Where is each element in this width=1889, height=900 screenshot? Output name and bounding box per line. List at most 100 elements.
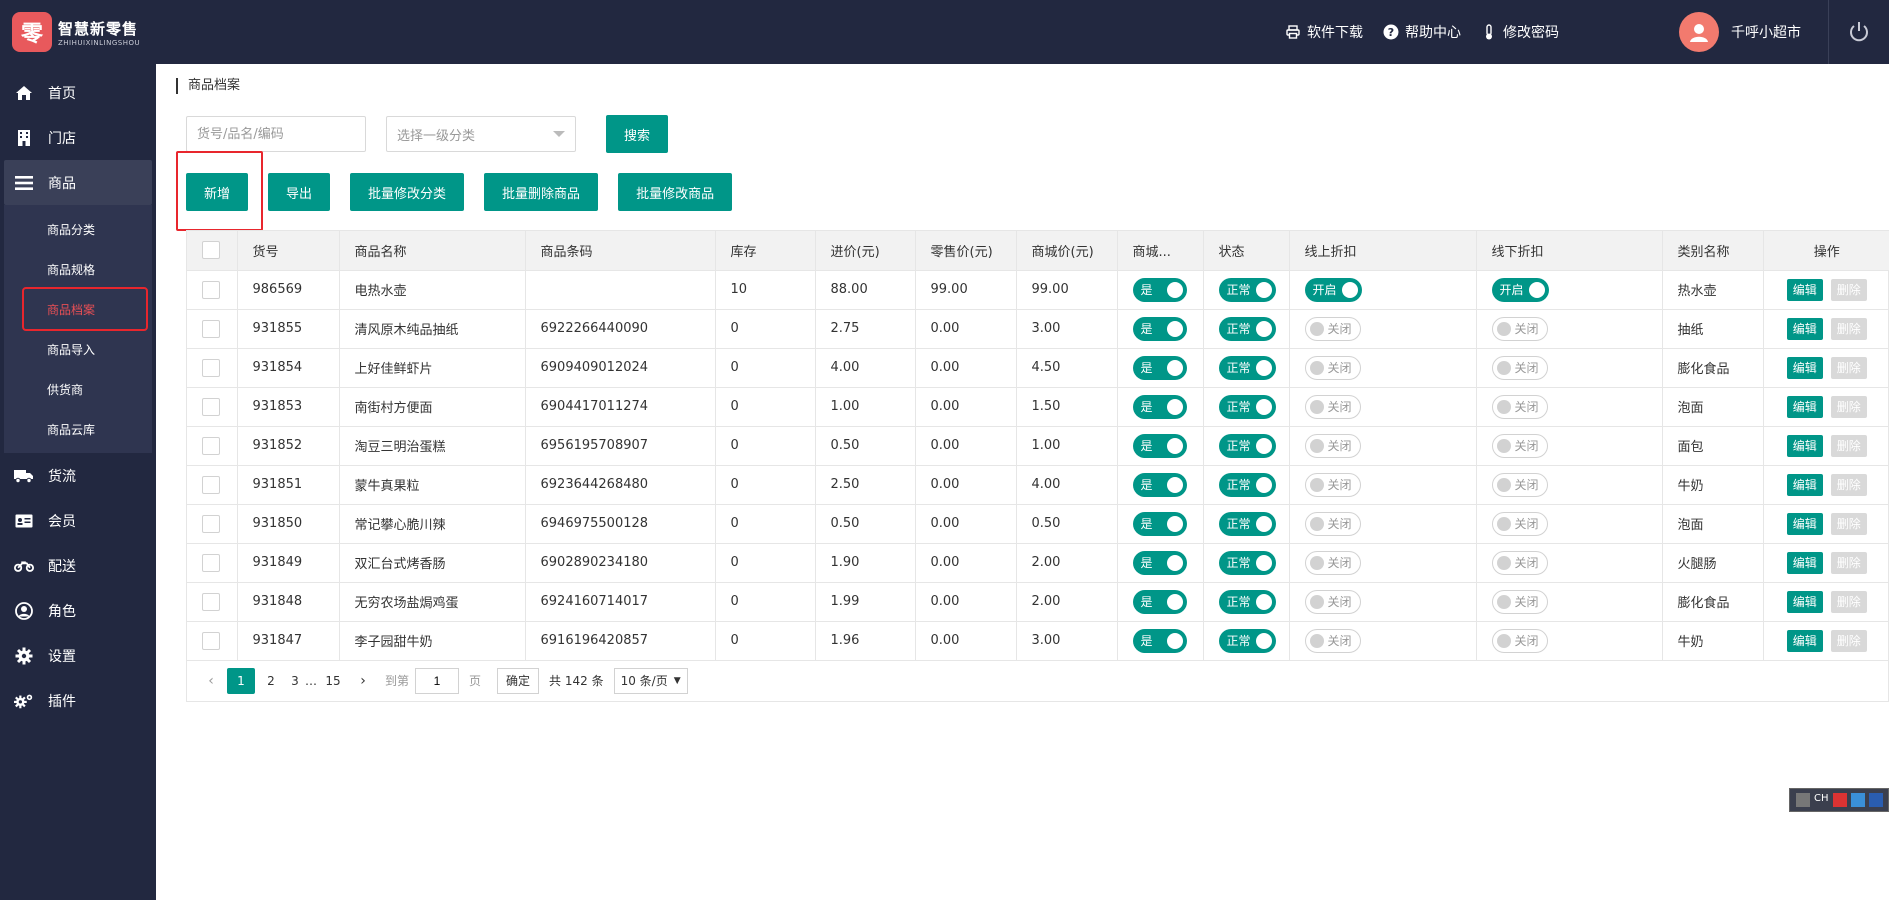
offline-discount-toggle[interactable]: 关闭 (1491, 589, 1548, 614)
edit-button[interactable]: 编辑 (1786, 629, 1823, 652)
edit-button[interactable]: 编辑 (1786, 512, 1823, 535)
offline-discount-toggle[interactable]: 关闭 (1491, 316, 1548, 341)
power-icon[interactable] (1847, 20, 1871, 44)
sidebar-item-settings[interactable]: 设置 (0, 633, 156, 678)
submenu-item-spec[interactable]: 商品规格 (4, 249, 152, 289)
batch-edit-products-button[interactable]: 批量修改商品 (618, 173, 733, 211)
brand-logo[interactable]: 零 智慧新零售 ZHIHUIXINLINGSHOU (12, 12, 140, 52)
sidebar-item-stores[interactable]: 门店 (0, 115, 156, 160)
column-header[interactable]: 库存 (715, 231, 816, 271)
sidebar-item-products[interactable]: 商品 (4, 160, 152, 205)
edit-button[interactable]: 编辑 (1786, 590, 1823, 613)
mall-toggle[interactable]: 是 (1132, 433, 1187, 458)
offline-discount-toggle[interactable]: 关闭 (1491, 628, 1548, 653)
column-header[interactable]: 商品条码 (525, 231, 716, 271)
online-discount-toggle[interactable]: 关闭 (1304, 394, 1361, 419)
delete-button[interactable]: 删除 (1830, 473, 1867, 496)
online-discount-toggle[interactable]: 关闭 (1304, 511, 1361, 536)
column-header[interactable]: 进价(元) (815, 231, 916, 271)
offline-discount-toggle[interactable]: 关闭 (1491, 355, 1548, 380)
goto-page-input[interactable] (415, 667, 460, 694)
delete-button[interactable]: 删除 (1830, 356, 1867, 379)
row-checkbox[interactable] (202, 397, 220, 416)
search-button[interactable]: 搜索 (606, 115, 669, 153)
page-1[interactable]: 1 (227, 667, 255, 694)
select-all-checkbox[interactable] (202, 241, 220, 260)
edit-button[interactable]: 编辑 (1786, 356, 1823, 379)
offline-discount-toggle[interactable]: 关闭 (1491, 472, 1548, 497)
delete-button[interactable]: 删除 (1830, 551, 1867, 574)
help-center-link[interactable]: ? 帮助中心 (1383, 22, 1461, 42)
offline-discount-toggle[interactable]: 关闭 (1491, 511, 1548, 536)
column-header[interactable]: 货号 (237, 231, 340, 271)
sidebar-item-roles[interactable]: 角色 (0, 588, 156, 633)
column-header[interactable]: 商城... (1117, 231, 1204, 271)
mall-toggle[interactable]: 是 (1132, 511, 1187, 536)
prev-page-icon[interactable]: ‹ (197, 668, 225, 694)
row-checkbox[interactable] (202, 592, 220, 611)
page-size-select[interactable]: 10 条/页 ▼ (613, 667, 688, 694)
edit-button[interactable]: 编辑 (1786, 551, 1823, 574)
delete-button[interactable]: 删除 (1830, 317, 1867, 340)
row-checkbox[interactable] (202, 475, 220, 494)
status-toggle[interactable]: 正常 (1218, 394, 1276, 419)
edit-button[interactable]: 编辑 (1786, 278, 1823, 301)
change-password-link[interactable]: 修改密码 (1481, 22, 1559, 42)
column-header[interactable]: 状态 (1203, 231, 1290, 271)
row-checkbox[interactable] (202, 553, 220, 572)
offline-discount-toggle[interactable]: 关闭 (1491, 394, 1548, 419)
edit-button[interactable]: 编辑 (1786, 434, 1823, 457)
mall-toggle[interactable]: 是 (1132, 316, 1187, 341)
export-button[interactable]: 导出 (268, 173, 331, 211)
software-download-link[interactable]: 软件下载 (1285, 22, 1363, 42)
mall-toggle[interactable]: 是 (1132, 472, 1187, 497)
delete-button[interactable]: 删除 (1830, 590, 1867, 613)
search-input[interactable] (186, 116, 366, 152)
sidebar-item-members[interactable]: 会员 (0, 498, 156, 543)
page-15[interactable]: 15 (319, 668, 347, 694)
row-checkbox[interactable] (202, 436, 220, 455)
online-discount-toggle[interactable]: 关闭 (1304, 433, 1361, 458)
status-toggle[interactable]: 正常 (1218, 628, 1276, 653)
status-toggle[interactable]: 正常 (1218, 589, 1276, 614)
status-toggle[interactable]: 正常 (1218, 355, 1276, 380)
mall-toggle[interactable]: 是 (1132, 589, 1187, 614)
batch-delete-button[interactable]: 批量删除商品 (484, 173, 599, 211)
mall-toggle[interactable]: 是 (1132, 277, 1187, 302)
submenu-item-cloud[interactable]: 商品云库 (4, 409, 152, 449)
column-header[interactable]: 线下折扣 (1476, 231, 1663, 271)
column-header[interactable]: 商城价(元) (1016, 231, 1118, 271)
online-discount-toggle[interactable]: 关闭 (1304, 316, 1361, 341)
online-discount-toggle[interactable]: 开启 (1304, 277, 1362, 302)
edit-button[interactable]: 编辑 (1786, 395, 1823, 418)
submenu-item-supplier[interactable]: 供货商 (4, 369, 152, 409)
edit-button[interactable]: 编辑 (1786, 473, 1823, 496)
status-toggle[interactable]: 正常 (1218, 277, 1276, 302)
delete-button[interactable]: 删除 (1830, 434, 1867, 457)
offline-discount-toggle[interactable]: 关闭 (1491, 550, 1548, 575)
column-header[interactable]: 线上折扣 (1289, 231, 1477, 271)
page-3[interactable]: 3 (287, 668, 303, 694)
delete-button[interactable]: 删除 (1830, 395, 1867, 418)
row-checkbox[interactable] (202, 280, 220, 299)
status-toggle[interactable]: 正常 (1218, 472, 1276, 497)
row-checkbox[interactable] (202, 514, 220, 533)
batch-edit-category-button[interactable]: 批量修改分类 (350, 173, 465, 211)
delete-button[interactable]: 删除 (1830, 629, 1867, 652)
mall-toggle[interactable]: 是 (1132, 394, 1187, 419)
ime-lang[interactable]: CH (1814, 793, 1829, 807)
submenu-item-import[interactable]: 商品导入 (4, 329, 152, 369)
column-header[interactable]: 类别名称 (1662, 231, 1764, 271)
mall-toggle[interactable]: 是 (1132, 628, 1187, 653)
sidebar-item-home[interactable]: 首页 (0, 70, 156, 115)
mall-toggle[interactable]: 是 (1132, 355, 1187, 380)
online-discount-toggle[interactable]: 关闭 (1304, 589, 1361, 614)
page-2[interactable]: 2 (257, 668, 285, 694)
delete-button[interactable]: 删除 (1830, 512, 1867, 535)
submenu-item-archive[interactable]: 商品档案 (22, 287, 148, 331)
status-toggle[interactable]: 正常 (1218, 316, 1276, 341)
mall-toggle[interactable]: 是 (1132, 550, 1187, 575)
row-checkbox[interactable] (202, 631, 220, 650)
edit-button[interactable]: 编辑 (1786, 317, 1823, 340)
online-discount-toggle[interactable]: 关闭 (1304, 472, 1361, 497)
